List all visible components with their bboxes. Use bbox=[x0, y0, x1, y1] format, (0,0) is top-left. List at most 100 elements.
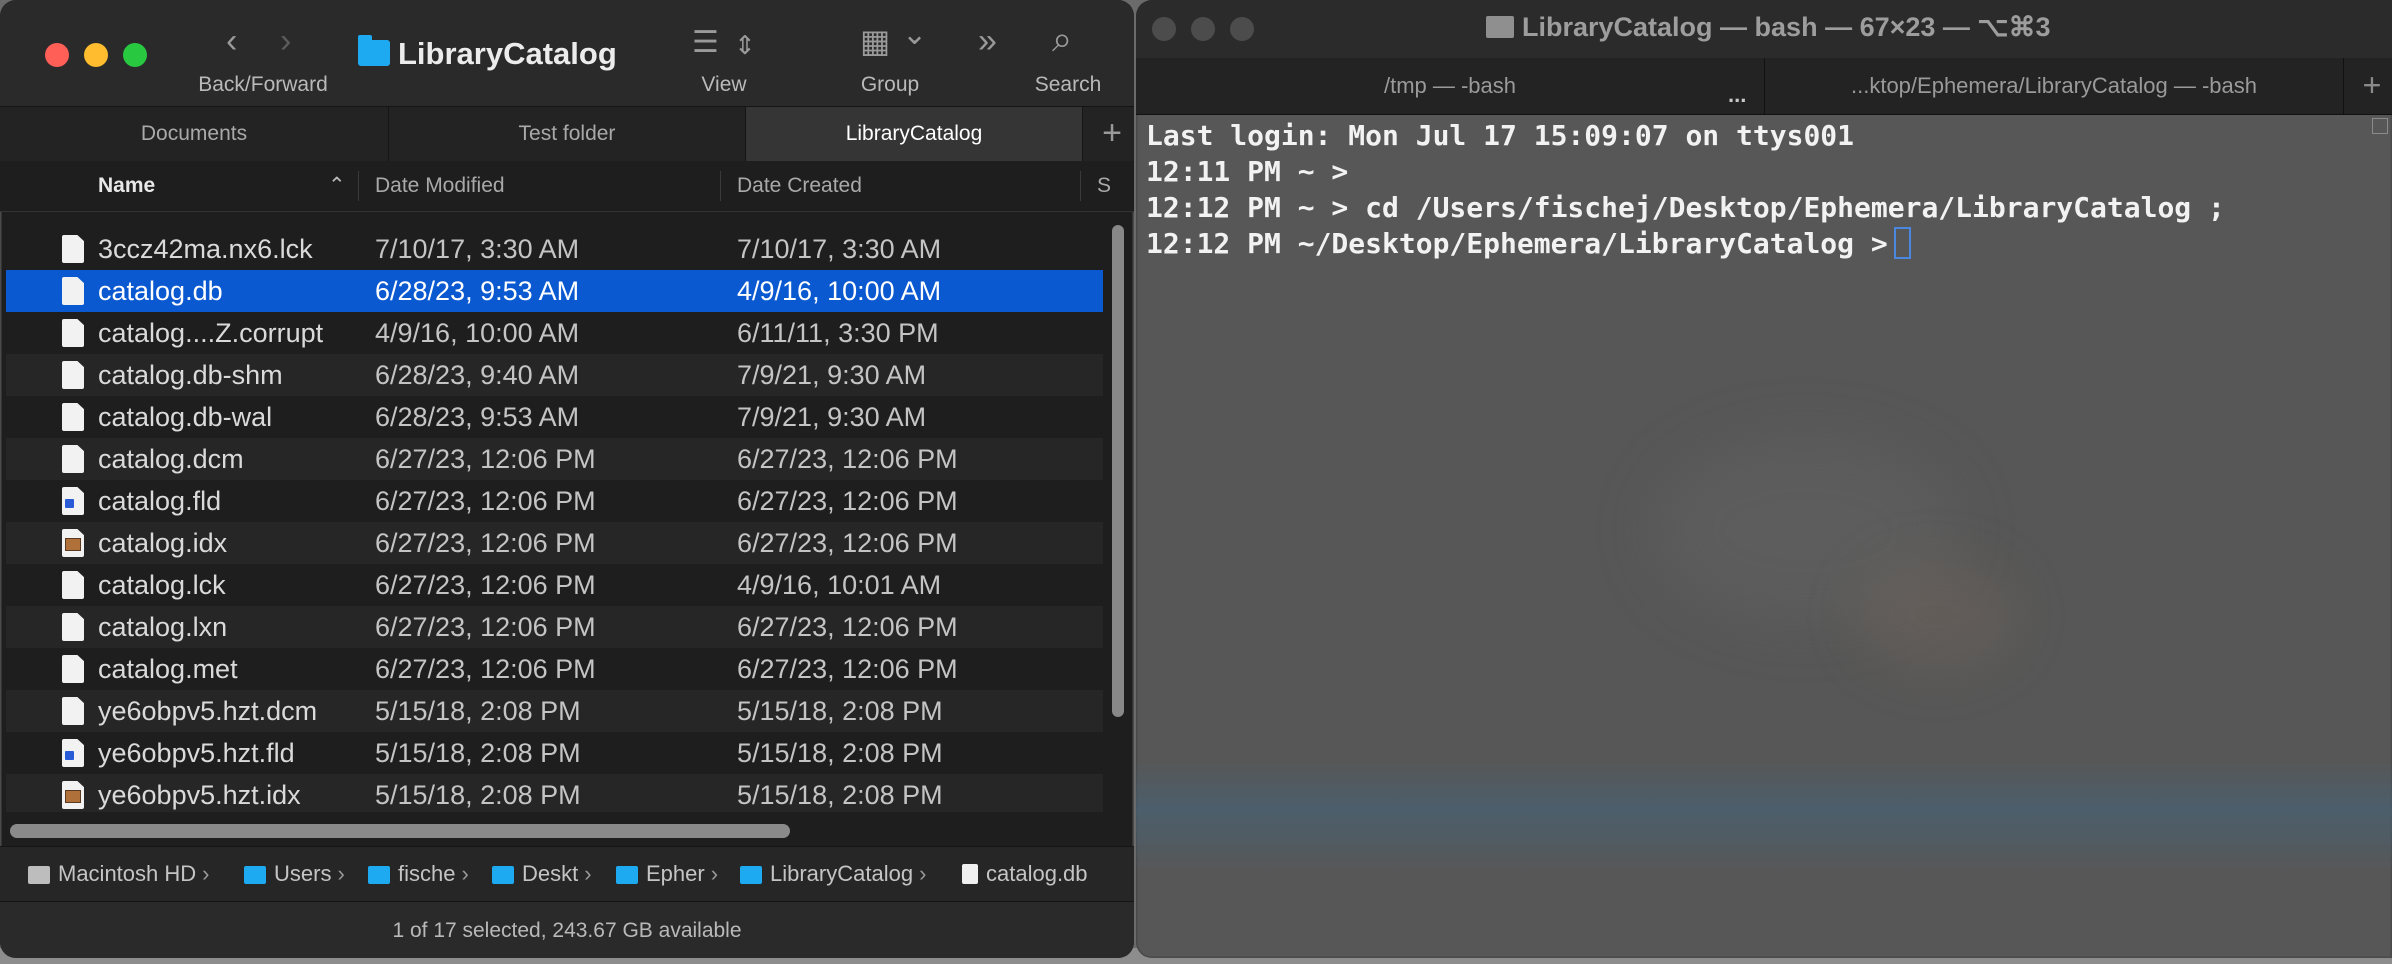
file-name: catalog.lck bbox=[98, 570, 226, 600]
file-name: ye6obpv5.hzt.idx bbox=[98, 780, 301, 810]
background-blur bbox=[1856, 560, 2016, 670]
doc-icon bbox=[62, 235, 84, 263]
tab-divider bbox=[2343, 58, 2344, 114]
file-date-modified: 6/27/23, 12:06 PM bbox=[375, 654, 596, 684]
folder-icon bbox=[740, 866, 762, 884]
back-button[interactable]: ‹ bbox=[226, 24, 237, 58]
file-date-created: 7/9/21, 9:30 AM bbox=[737, 402, 927, 432]
path-item-macintosh-hd[interactable]: Macintosh HD › bbox=[28, 847, 209, 901]
file-date-modified: 7/10/17, 3:30 AM bbox=[375, 234, 580, 264]
file-name: catalog.dcm bbox=[98, 444, 244, 474]
file-list: 3ccz42ma.nx6.lck 7/10/17, 3:30 AM 7/10/17,… bbox=[6, 228, 1103, 812]
tab-overflow-indicator: ... bbox=[1728, 82, 1747, 107]
file-row[interactable]: catalog.lxn 6/27/23, 12:06 PM 6/27/23, 12:… bbox=[6, 606, 1103, 648]
path-item-label: Macintosh HD bbox=[58, 861, 197, 886]
file-name: 3ccz42ma.nx6.lck bbox=[98, 234, 313, 264]
path-item-label: LibraryCatalog bbox=[770, 861, 914, 886]
column-divider[interactable] bbox=[358, 171, 359, 201]
vertical-scroll-thumb[interactable] bbox=[1112, 225, 1124, 717]
file-date-created: 6/11/11, 3:30 PM bbox=[737, 318, 939, 348]
column-date-modified[interactable]: Date Modified bbox=[375, 161, 505, 211]
path-item-ephemera[interactable]: Epher › bbox=[616, 847, 718, 901]
maximize-window-button[interactable] bbox=[123, 43, 147, 67]
file-row[interactable]: catalog.db-shm 6/28/23, 9:40 AM 7/9/21, 9:… bbox=[6, 354, 1103, 396]
file-date-modified: 5/15/18, 2:08 PM bbox=[375, 696, 581, 726]
new-tab-button[interactable]: + bbox=[2354, 58, 2390, 114]
more-toolbar-icon[interactable]: » bbox=[978, 24, 997, 58]
file-row[interactable]: catalog.idx 6/27/23, 12:06 PM 6/27/23, 12:… bbox=[6, 522, 1103, 564]
search-icon[interactable]: ⌕ bbox=[1052, 21, 1072, 57]
file-row[interactable]: catalog....Z.corrupt 4/9/16, 10:00 AM 6/11… bbox=[6, 312, 1103, 354]
file-row[interactable]: catalog.db 6/28/23, 9:53 AM 4/9/16, 10:00 … bbox=[6, 270, 1103, 312]
path-item-catalog-db[interactable]: catalog.db bbox=[962, 847, 1088, 901]
file-date-created: 5/15/18, 2:08 PM bbox=[737, 696, 943, 726]
terminal-window: LibraryCatalog — bash — 67×23 — ⌥⌘3 /tmp… bbox=[1136, 0, 2392, 958]
path-item-librarycatalog[interactable]: LibraryCatalog › bbox=[740, 847, 926, 901]
new-tab-button[interactable]: + bbox=[1090, 107, 1134, 161]
terminal-prompt-line[interactable]: 12:12 PM ~/Desktop/Ephemera/LibraryCatal… bbox=[1146, 226, 2366, 262]
path-item-desktop[interactable]: Deskt › bbox=[492, 847, 592, 901]
scrollbar-icon[interactable] bbox=[2372, 118, 2388, 134]
close-window-button[interactable] bbox=[45, 43, 69, 67]
terminal-line: Last login: Mon Jul 17 15:09:07 on ttys0… bbox=[1146, 119, 1855, 152]
tab-tmp-bash[interactable]: /tmp — -bash bbox=[1136, 58, 1764, 114]
view-updown-icon[interactable]: ⇕ bbox=[734, 28, 756, 62]
terminal-title: LibraryCatalog — bash — 67×23 — ⌥⌘3 bbox=[1522, 12, 2051, 42]
folder-icon bbox=[368, 866, 390, 884]
file-row[interactable]: ye6obpv5.hzt.fld 5/15/18, 2:08 PM 5/15/18,… bbox=[6, 732, 1103, 774]
file-name: ye6obpv5.hzt.fld bbox=[98, 738, 295, 768]
file-row[interactable]: catalog.met 6/27/23, 12:06 PM 6/27/23, 12:… bbox=[6, 648, 1103, 690]
doc-icon bbox=[62, 697, 84, 725]
file-row[interactable]: catalog.db-wal 6/28/23, 9:53 AM 7/9/21, 9:… bbox=[6, 396, 1103, 438]
file-row[interactable]: catalog.lck 6/27/23, 12:06 PM 4/9/16, 10:0… bbox=[6, 564, 1103, 606]
forward-button[interactable]: › bbox=[280, 24, 291, 58]
file-date-created: 6/27/23, 12:06 PM bbox=[737, 486, 958, 516]
file-name: catalog.met bbox=[98, 654, 238, 684]
file-date-modified: 4/9/16, 10:00 AM bbox=[375, 318, 580, 348]
column-date-created[interactable]: Date Created bbox=[737, 161, 862, 211]
terminal-line: 12:11 PM ~ > bbox=[1146, 155, 1349, 188]
file-row[interactable]: catalog.fld 6/27/23, 12:06 PM 6/27/23, 12:… bbox=[6, 480, 1103, 522]
column-size[interactable]: S bbox=[1097, 161, 1111, 211]
path-bar: Macintosh HD › Users › fische › Deskt › Ephe… bbox=[0, 846, 1134, 901]
maximize-window-button[interactable] bbox=[1230, 17, 1254, 41]
terminal-output[interactable]: Last login: Mon Jul 17 15:09:07 on ttys0… bbox=[1146, 118, 2366, 262]
column-name[interactable]: Name bbox=[98, 161, 155, 211]
finder-toolbar: ‹ › Back/Forward LibraryCatalog ☰ ⇕ View… bbox=[0, 0, 1134, 106]
finder-window: ‹ › Back/Forward LibraryCatalog ☰ ⇕ View… bbox=[0, 0, 1134, 958]
file-row[interactable]: catalog.dcm 6/27/23, 12:06 PM 6/27/23, 12:… bbox=[6, 438, 1103, 480]
tab-documents[interactable]: Documents bbox=[0, 107, 389, 161]
tab-librarycatalog-bash[interactable]: ...ktop/Ephemera/LibraryCatalog — -bash bbox=[1765, 58, 2343, 114]
file-row[interactable]: ye6obpv5.hzt.dcm 5/15/18, 2:08 PM 5/15/18,… bbox=[6, 690, 1103, 732]
horizontal-scroll-thumb[interactable] bbox=[10, 824, 790, 838]
tab-librarycatalog[interactable]: LibraryCatalog bbox=[746, 107, 1083, 161]
path-item-label: fische bbox=[398, 861, 456, 886]
word-doc-icon bbox=[62, 739, 84, 767]
file-name: catalog.db bbox=[98, 276, 223, 306]
path-item-user-home[interactable]: fische › bbox=[368, 847, 469, 901]
chevron-down-icon[interactable]: ⌄ bbox=[902, 18, 927, 52]
back-forward-label: Back/Forward bbox=[198, 73, 328, 96]
minimize-window-button[interactable] bbox=[84, 43, 108, 67]
path-separator: › bbox=[461, 861, 469, 886]
file-date-modified: 6/28/23, 9:40 AM bbox=[375, 360, 580, 390]
status-bar: 1 of 17 selected, 243.67 GB available bbox=[0, 901, 1134, 958]
file-date-created: 5/15/18, 2:08 PM bbox=[737, 780, 943, 810]
file-name: catalog.db-shm bbox=[98, 360, 283, 390]
close-window-button[interactable] bbox=[1152, 17, 1176, 41]
path-separator: › bbox=[710, 861, 719, 886]
minimize-window-button[interactable] bbox=[1191, 17, 1215, 41]
column-divider[interactable] bbox=[1080, 171, 1081, 201]
column-divider[interactable] bbox=[720, 171, 721, 201]
path-item-users[interactable]: Users › bbox=[244, 847, 345, 901]
group-icon[interactable]: ▦ bbox=[860, 24, 890, 58]
path-item-label: catalog.db bbox=[986, 861, 1088, 886]
terminal-titlebar: LibraryCatalog — bash — 67×23 — ⌥⌘3 bbox=[1136, 0, 2392, 58]
list-view-icon[interactable]: ☰ bbox=[692, 26, 719, 60]
file-row[interactable]: 3ccz42ma.nx6.lck 7/10/17, 3:30 AM 7/10/17,… bbox=[6, 228, 1103, 270]
doc-icon bbox=[62, 655, 84, 683]
tab-test-folder[interactable]: Test folder bbox=[389, 107, 746, 161]
sort-ascending-icon[interactable]: ⌃ bbox=[328, 161, 346, 211]
file-row[interactable]: ye6obpv5.hzt.idx 5/15/18, 2:08 PM 5/15/18,… bbox=[6, 774, 1103, 812]
path-separator: › bbox=[584, 861, 592, 886]
